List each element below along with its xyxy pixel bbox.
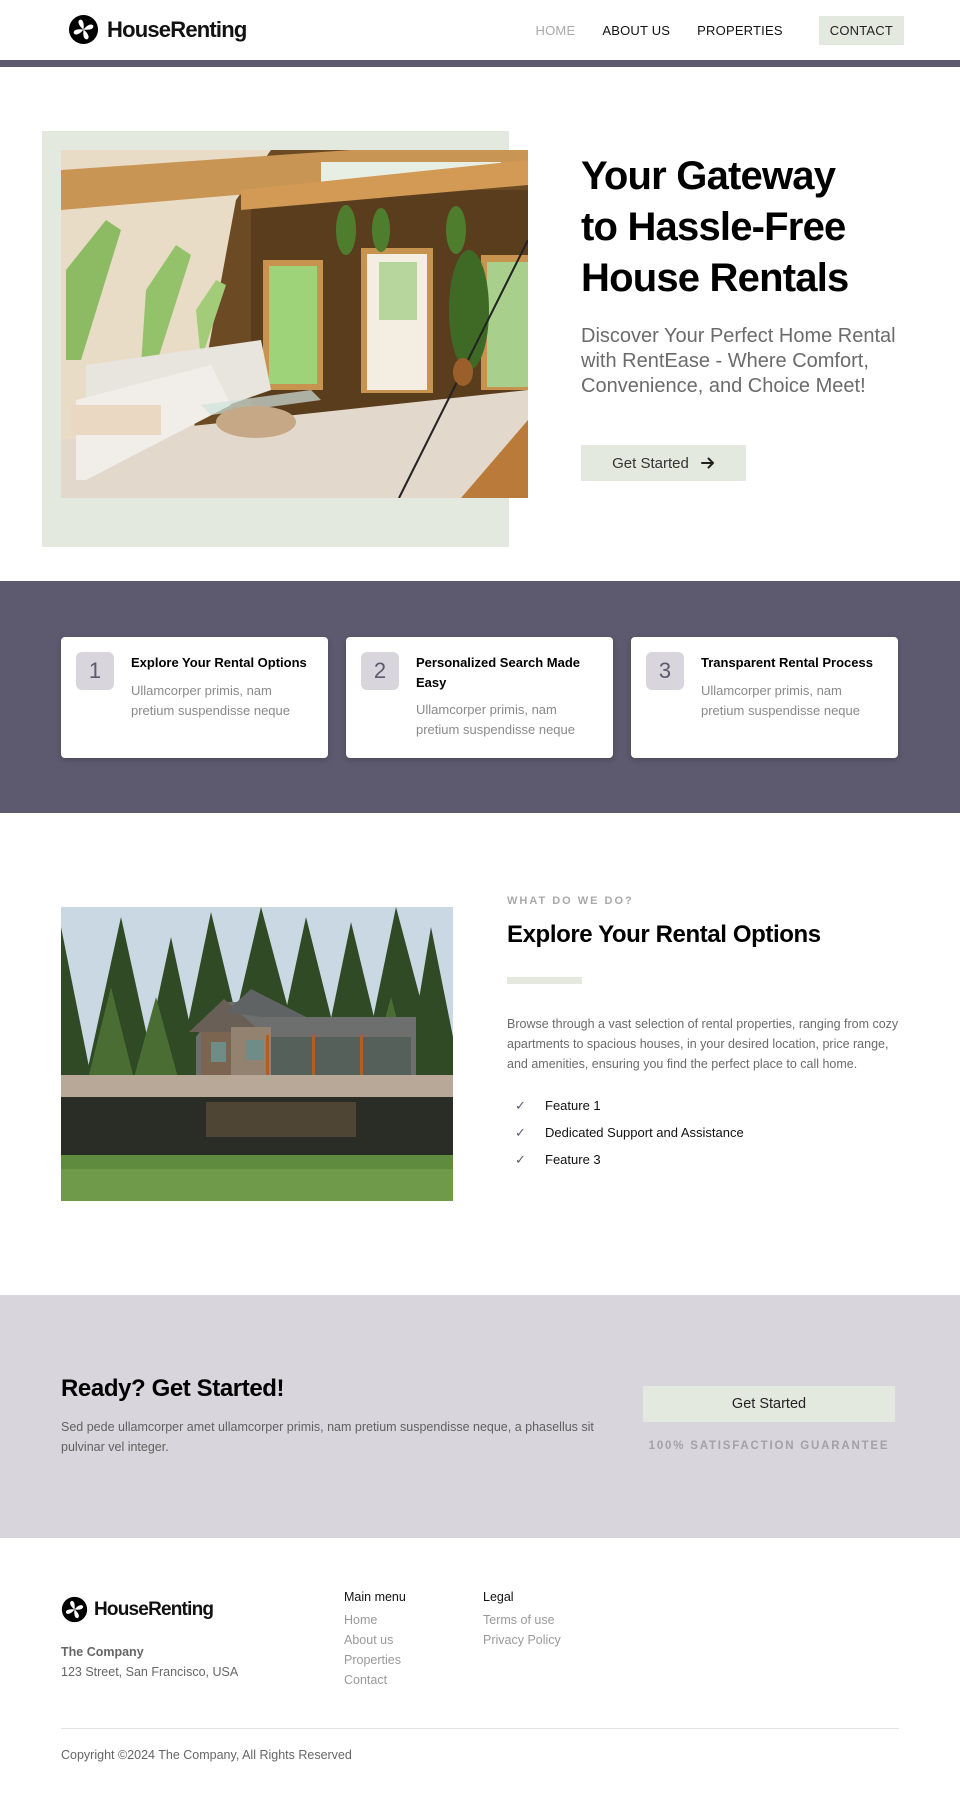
step-title: Transparent Rental Process (701, 655, 873, 670)
hero-title-line: to Hassle-Free (581, 205, 846, 249)
hero-title-line: House Rentals (581, 256, 849, 300)
cta-description: Sed pede ullamcorper amet ullamcorper pr… (61, 1420, 594, 1454)
footer-link-contact[interactable]: Contact (344, 1670, 406, 1690)
site-header: HouseRenting HOME ABOUT US PROPERTIES CO… (0, 0, 960, 67)
footer-brand-name: HouseRenting (94, 1598, 214, 1620)
nav-properties[interactable]: PROPERTIES (697, 23, 783, 38)
cta-title: Ready? Get Started! (61, 1375, 285, 1402)
main-nav: HOME ABOUT US PROPERTIES CONTACT (509, 16, 904, 45)
brand-name: HouseRenting (107, 16, 247, 42)
check-icon: ✓ (515, 1097, 526, 1113)
step-description: Ullamcorper primis, nam pretium suspendi… (131, 683, 290, 718)
feature-item: ✓ Dedicated Support and Assistance (507, 1119, 903, 1146)
footer-divider (61, 1728, 899, 1729)
hero-get-started-button[interactable]: Get Started (581, 445, 746, 481)
check-icon: ✓ (515, 1124, 526, 1140)
company-info: The Company 123 Street, San Francisco, U… (61, 1642, 238, 1682)
arrow-right-icon (700, 457, 714, 469)
company-name: The Company (61, 1645, 144, 1659)
steps-section: 1 Explore Your Rental Options Ullamcorpe… (0, 581, 960, 813)
what-we-do-text: WHAT DO WE DO? Explore Your Rental Optio… (507, 895, 903, 1173)
pinwheel-circle-icon (68, 14, 99, 45)
cta-section: Ready? Get Started! Sed pede ullamcorper… (0, 1295, 960, 1538)
nav-home[interactable]: HOME (536, 23, 576, 38)
step-card: 2 Personalized Search Made Easy Ullamcor… (346, 637, 613, 758)
what-we-do-section: WHAT DO WE DO? Explore Your Rental Optio… (0, 813, 960, 1295)
nav-about-us[interactable]: ABOUT US (602, 23, 670, 38)
cabin-image (61, 907, 453, 1201)
copyright: Copyright ©2024 The Company, All Rights … (61, 1748, 352, 1762)
hero-title: Your Gateway to Hassle-Free House Rental… (581, 151, 911, 304)
feature-label: Feature 1 (545, 1098, 601, 1113)
feature-item: ✓ Feature 1 (507, 1092, 903, 1119)
nav-contact-button[interactable]: CONTACT (818, 16, 904, 45)
footer-main-menu-heading: Main menu (344, 1590, 406, 1604)
hero-subtitle: Discover Your Perfect Home Rental with R… (581, 325, 896, 397)
step-number-badge: 3 (646, 652, 684, 690)
footer-legal-heading: Legal (483, 1590, 514, 1604)
footer-link-about-us[interactable]: About us (344, 1630, 406, 1650)
footer-link-properties[interactable]: Properties (344, 1650, 406, 1670)
satisfaction-guarantee: 100% SATISFACTION GUARANTEE (648, 1440, 890, 1452)
hero-image (61, 150, 528, 498)
hero-text: Your Gateway to Hassle-Free House Rental… (581, 151, 911, 481)
step-number-badge: 2 (361, 652, 399, 690)
step-card: 3 Transparent Rental Process Ullamcorper… (631, 637, 898, 758)
step-description: Ullamcorper primis, nam pretium suspendi… (701, 683, 860, 718)
step-title: Explore Your Rental Options (131, 655, 307, 670)
hero-section: Your Gateway to Hassle-Free House Rental… (0, 67, 960, 581)
hero-title-line: Your Gateway (581, 154, 836, 198)
site-footer: HouseRenting The Company 123 Street, San… (0, 1538, 960, 1810)
feature-label: Feature 3 (545, 1152, 601, 1167)
cta-get-started-button[interactable]: Get Started (643, 1386, 895, 1422)
footer-logo-link[interactable]: HouseRenting (61, 1596, 214, 1623)
footer-link-privacy[interactable]: Privacy Policy (483, 1630, 561, 1650)
footer-link-home[interactable]: Home (344, 1610, 406, 1630)
footer-main-menu: Main menu Home About us Properties Conta… (344, 1589, 406, 1690)
step-card: 1 Explore Your Rental Options Ullamcorpe… (61, 637, 328, 758)
feature-item: ✓ Feature 3 (507, 1146, 903, 1173)
check-icon: ✓ (515, 1151, 526, 1167)
feature-list: ✓ Feature 1 ✓ Dedicated Support and Assi… (507, 1092, 903, 1173)
section-title: Explore Your Rental Options (507, 921, 821, 948)
step-description: Ullamcorper primis, nam pretium suspendi… (416, 702, 575, 737)
feature-label: Dedicated Support and Assistance (545, 1125, 744, 1140)
pinwheel-circle-icon (61, 1596, 88, 1623)
step-number-badge: 1 (76, 652, 114, 690)
logo-link[interactable]: HouseRenting (68, 14, 247, 45)
footer-legal: Legal Terms of use Privacy Policy (483, 1589, 561, 1650)
hero-get-started-label: Get Started (612, 454, 689, 472)
step-title: Personalized Search Made Easy (416, 655, 581, 690)
accent-divider (507, 977, 582, 984)
company-address: 123 Street, San Francisco, USA (61, 1665, 239, 1679)
section-eyebrow: WHAT DO WE DO? (507, 895, 634, 907)
footer-link-terms[interactable]: Terms of use (483, 1610, 561, 1630)
section-description: Browse through a vast selection of renta… (507, 1017, 899, 1071)
